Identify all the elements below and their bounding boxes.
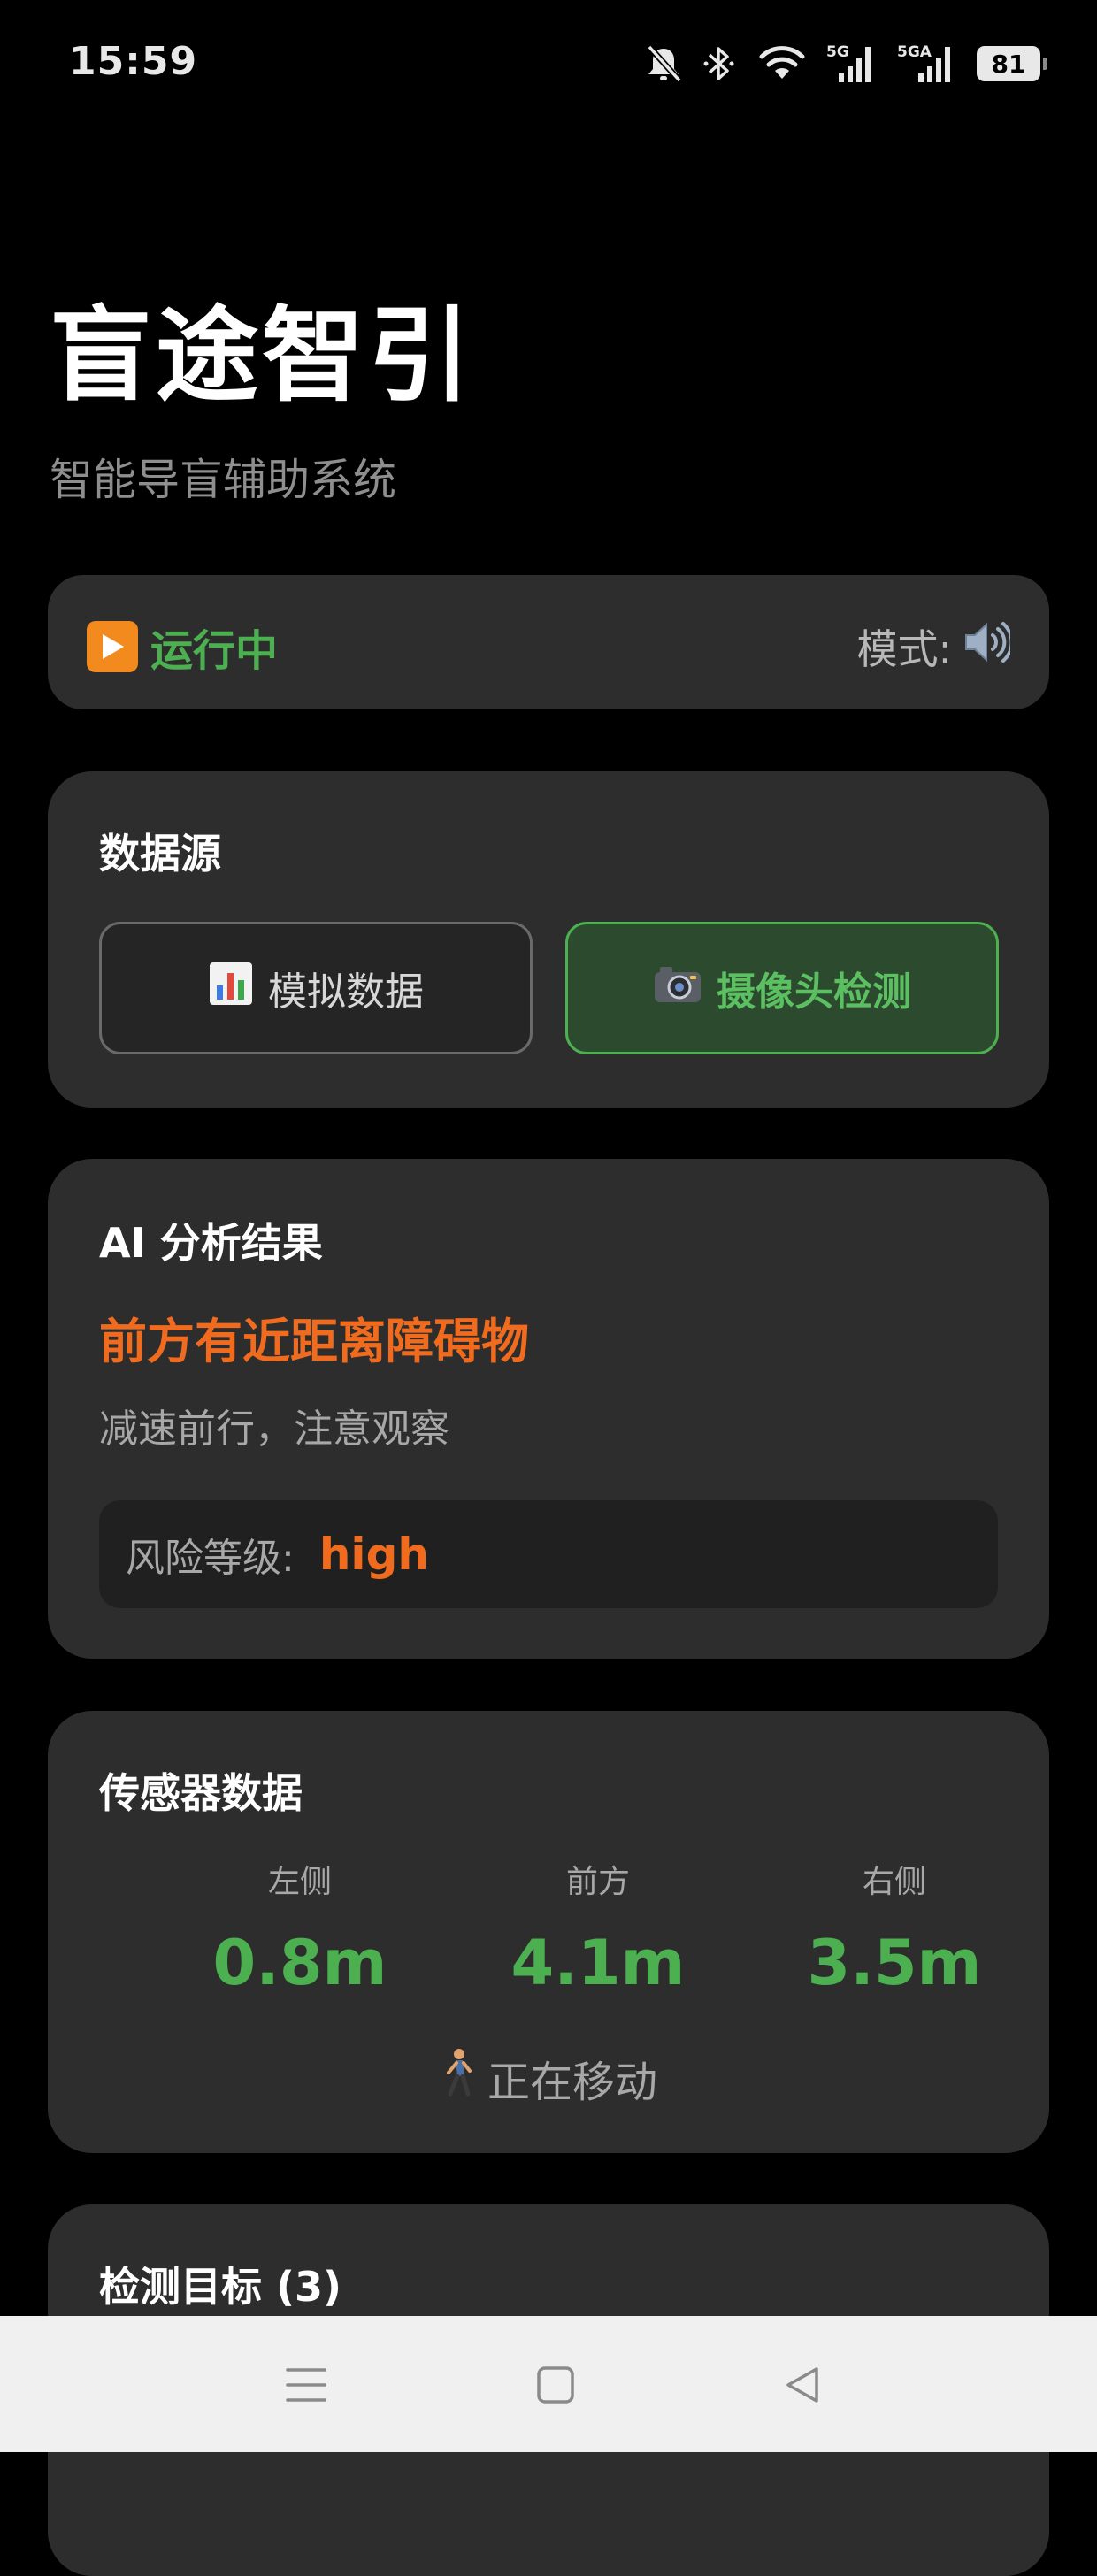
mode-toggle[interactable]: 模式: [856,617,1014,676]
home-square-icon [537,2366,574,2404]
play-icon [87,621,138,672]
walking-person-icon [440,2048,475,2108]
camera-detection-label: 摄像头检测 [717,970,911,1015]
data-source-title: 数据源 [99,830,221,878]
back-triangle-icon [786,2367,818,2403]
sensor-left-value: 0.8m [212,1927,387,1999]
sensor-left-label: 左侧 [267,1864,332,1900]
status-bar: 15:59 5G 5GA 81 [0,0,1097,133]
sensor-right-value: 3.5m [807,1927,982,1999]
sensor-left: 左侧 0.8m [167,1864,433,1999]
sensor-data-title: 传感器数据 [99,1769,303,1817]
sensor-right: 右侧 3.5m [762,1864,1027,1999]
bell-muted-icon [644,43,683,84]
sensor-front-value: 4.1m [510,1927,686,1999]
ai-analysis-title: AI 分析结果 [99,1219,323,1267]
sensor-front: 前方 4.1m [465,1864,731,1999]
sensor-data-card: 传感器数据 左侧 0.8m 前方 4.1m 右侧 3.5m 正在移动 [48,1711,1049,2153]
app-subtitle: 智能导盲辅助系统 [50,455,397,505]
risk-level-value: high [318,1529,429,1580]
battery-level: 81 [991,49,1026,79]
signal-2-label: 5GA [897,43,932,61]
wifi-icon [757,45,807,82]
nav-back-button[interactable] [768,2350,839,2420]
mode-label: 模式: [856,625,953,673]
risk-level-box: 风险等级: high [99,1500,998,1608]
ai-analysis-card: AI 分析结果 前方有近距离障碍物 减速前行，注意观察 风险等级: high [48,1159,1049,1659]
menu-icon [286,2368,326,2402]
app-title: 盲途智引 [50,296,474,416]
battery-icon: 81 [977,46,1047,81]
camera-detection-button[interactable]: 摄像头检测 [565,922,999,1054]
ai-analysis-advice: 减速前行，注意观察 [99,1407,449,1452]
run-status: 运行中 [87,616,278,678]
ai-analysis-headline: 前方有近距离障碍物 [99,1314,529,1369]
risk-level-label: 风险等级: [126,1536,295,1581]
nav-home-button[interactable] [520,2350,591,2420]
system-navigation-bar [0,2316,1097,2452]
cellular-signal-icon: 5GA [895,43,957,84]
run-status-label: 运行中 [150,626,279,676]
bar-chart-icon [208,961,254,1016]
nav-menu-button[interactable] [271,2350,341,2420]
simulated-data-label: 模拟数据 [268,970,424,1015]
signal-1-label: 5G [826,43,849,61]
speaker-icon [963,620,1014,674]
status-time: 15:59 [69,39,198,84]
cellular-signal-icon: 5G [826,43,876,84]
detection-targets-title: 检测目标 (3) [99,2263,342,2311]
camera-icon [653,963,702,1014]
simulated-data-button[interactable]: 模拟数据 [99,922,533,1054]
sensor-front-label: 前方 [565,1864,630,1900]
motion-status: 正在移动 [48,2047,1049,2109]
run-status-card: 运行中 模式: [48,575,1049,709]
data-source-card: 数据源 模拟数据 摄像头检测 [48,771,1049,1108]
status-icons: 5G 5GA 81 [644,39,1047,88]
motion-status-text: 正在移动 [487,2058,657,2107]
sensor-right-label: 右侧 [862,1864,926,1900]
bluetooth-icon [702,43,738,84]
